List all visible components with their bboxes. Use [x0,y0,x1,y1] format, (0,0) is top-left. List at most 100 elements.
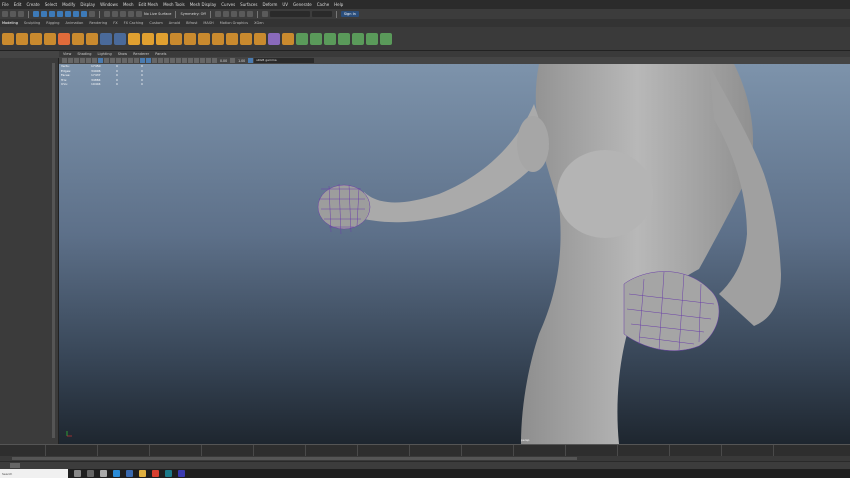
extrude-icon[interactable] [184,32,196,45]
anti-aliasing-icon[interactable] [188,58,193,63]
gamma-icon[interactable] [230,58,236,63]
polygon-plane-icon[interactable] [72,32,84,45]
live-surface-label[interactable]: No Live Surface [144,12,171,16]
insert-edge-loop-icon[interactable] [282,32,294,45]
shelf-tab[interactable]: FX Caching [124,21,144,25]
command-line[interactable] [0,461,850,469]
search-icon[interactable] [74,470,81,477]
mirror-icon[interactable] [170,32,182,45]
grease-pencil-icon[interactable] [92,58,97,63]
viewport-menu-item[interactable]: Renderer [133,52,149,56]
menu-item[interactable]: Mesh Display [190,2,217,7]
planar-map-icon[interactable] [310,32,322,45]
edge-browser-icon[interactable] [113,470,120,477]
viewport-menu-item[interactable]: Shading [77,52,91,56]
time-slider[interactable] [0,444,850,457]
viewport-menu-item[interactable]: Show [118,52,127,56]
safe-action-icon[interactable] [128,58,133,63]
boolean-icon[interactable] [156,32,168,45]
menu-item[interactable]: Edit [14,2,22,7]
mel-toggle-button[interactable] [10,463,20,468]
make-live-icon[interactable] [136,11,142,17]
open-scene-icon[interactable] [10,11,16,17]
motion-blur-icon[interactable] [182,58,187,63]
shelf-tab[interactable]: Bifrost [186,21,197,25]
smooth-icon[interactable] [142,32,154,45]
edge-mask-icon[interactable] [65,11,71,17]
symmetry-dropdown[interactable]: Symmetry: Off [180,12,205,16]
select-by-component-icon[interactable] [49,11,55,17]
wireframe-icon[interactable] [140,58,145,63]
polygon-disc-icon[interactable] [86,32,98,45]
menu-item[interactable]: Edit Mesh [139,2,159,7]
app-icon[interactable] [178,470,185,477]
uv-mask-icon[interactable] [81,11,87,17]
viewport-menu-item[interactable]: View [63,52,71,56]
uv-editor-icon[interactable] [296,32,308,45]
auto-map-icon[interactable] [324,32,336,45]
history-icon[interactable] [214,11,221,17]
grid-icon[interactable] [98,58,103,63]
unfold-icon[interactable] [338,32,350,45]
layout-icon[interactable] [352,32,364,45]
render-settings-icon[interactable] [238,11,245,17]
store-icon[interactable] [100,470,107,477]
shelf-tab[interactable]: Modeling [2,21,18,25]
menu-item[interactable]: Modify [62,2,75,7]
snap-to-point-icon[interactable] [120,11,126,17]
select-by-object-icon[interactable] [41,11,47,17]
menu-item[interactable]: UV [282,2,288,7]
textured-icon[interactable] [158,58,163,63]
shelf-tab[interactable]: Rendering [89,21,107,25]
ipr-render-icon[interactable] [230,11,237,17]
separate-icon[interactable] [128,32,140,45]
sew-uv-icon[interactable] [380,32,392,45]
range-slider-handle[interactable] [12,457,577,460]
maya-icon[interactable] [165,470,172,477]
fill-hole-icon[interactable] [226,32,238,45]
save-scene-icon[interactable] [18,11,24,17]
mail-icon[interactable] [126,470,133,477]
menu-item[interactable]: Deform [262,2,277,7]
isolate-select-icon[interactable] [194,58,199,63]
shelf-tab[interactable]: Animation [66,21,84,25]
xray-icon[interactable] [200,58,205,63]
chrome-icon[interactable] [152,470,159,477]
field-chart-icon[interactable] [122,58,127,63]
sign-in-button[interactable]: Sign In [340,11,359,17]
polygon-cone-icon[interactable] [44,32,56,45]
smooth-shade-icon[interactable] [146,58,151,63]
render-frame-icon[interactable] [222,11,229,17]
camera-attributes-icon[interactable] [68,58,73,63]
combine-icon[interactable] [114,32,126,45]
snap-to-grid-icon[interactable] [104,11,110,17]
menu-item[interactable]: Help [334,2,343,7]
default-material-icon[interactable] [152,58,157,63]
polygon-cube-icon[interactable] [16,32,28,45]
gamma-field[interactable]: 1.00 [236,59,247,63]
quad-draw-icon[interactable] [268,32,280,45]
lights-icon[interactable] [164,58,169,63]
menu-item[interactable]: Surfaces [240,2,257,7]
select-camera-icon[interactable] [62,58,67,63]
viewport-menu-item[interactable]: Panels [155,52,166,56]
shelf-tab[interactable]: MASH [203,21,213,25]
snap-to-curve-icon[interactable] [112,11,118,17]
input-field-mode-icon[interactable] [261,11,268,17]
polygon-cylinder-icon[interactable] [30,32,42,45]
menu-item[interactable]: Curves [221,2,235,7]
face-mask-icon[interactable] [73,11,79,17]
menu-item[interactable]: Create [26,2,39,7]
exposure-icon[interactable] [212,58,217,63]
menu-item[interactable]: Mesh Tools [163,2,185,7]
cut-uv-icon[interactable] [366,32,378,45]
two-d-pan-zoom-icon[interactable] [86,58,91,63]
menu-item[interactable]: Generate [293,2,312,7]
color-space-dropdown[interactable]: sRGB gamma [254,58,315,63]
input-field[interactable] [311,11,332,17]
polygon-torus-icon[interactable] [58,32,70,45]
taskbar-search-input[interactable]: Search [0,469,68,478]
lock-icon[interactable] [89,11,95,17]
menu-item[interactable]: Cache [317,2,329,7]
vertex-mask-icon[interactable] [57,11,63,17]
